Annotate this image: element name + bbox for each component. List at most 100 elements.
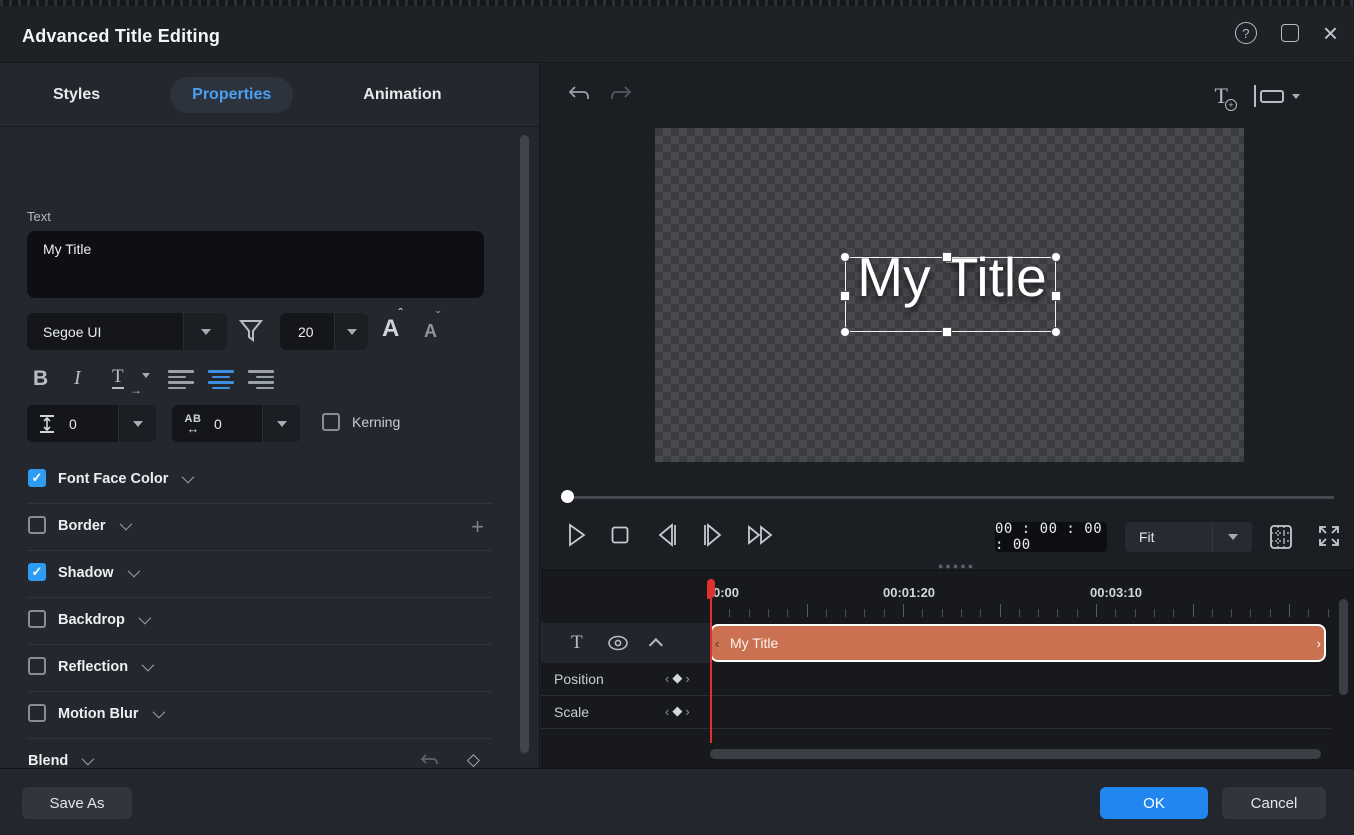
grid-snap-icon[interactable] <box>1269 524 1293 550</box>
selection-handle[interactable] <box>840 291 850 301</box>
dialog-footer: Save As OK Cancel <box>0 768 1354 835</box>
blend-keyframe-icon[interactable]: ◇ <box>467 750 480 770</box>
align-left-button[interactable] <box>168 370 194 390</box>
preview-scrubber[interactable] <box>561 490 1334 504</box>
align-right-button[interactable] <box>248 370 274 390</box>
line-spacing-stepper[interactable]: 0 <box>27 405 156 442</box>
add-keyframe-icon[interactable]: ◆ <box>672 670 682 686</box>
font-face-color-checkbox[interactable]: ✓ <box>28 469 46 487</box>
border-checkbox[interactable] <box>28 516 46 534</box>
text-direction-button[interactable]: T <box>112 367 124 389</box>
increase-font-size-icon[interactable]: Aˆ <box>382 315 403 343</box>
font-size-dropdown-arrow[interactable] <box>334 313 368 350</box>
selection-handle[interactable] <box>840 252 850 262</box>
selection-handle[interactable] <box>1051 327 1061 337</box>
tab-animation[interactable]: Animation <box>341 77 463 113</box>
close-icon[interactable]: × <box>1323 24 1338 42</box>
left-panel-scrollbar[interactable] <box>520 135 529 755</box>
dialog-title: Advanced Title Editing <box>22 26 220 47</box>
next-keyframe-icon[interactable]: › <box>685 671 689 686</box>
reflection-checkbox[interactable] <box>28 657 46 675</box>
save-as-button[interactable]: Save As <box>22 787 132 819</box>
tab-bar: Styles Properties Animation <box>0 63 539 127</box>
ruler-label: 00:01:20 <box>883 585 935 600</box>
track-visibility-icon[interactable] <box>607 635 629 651</box>
kerning-checkbox[interactable] <box>322 413 340 431</box>
selection-handle[interactable] <box>840 327 850 337</box>
collapse-track-icon[interactable] <box>648 638 662 652</box>
chevron-down-icon[interactable] <box>138 612 151 625</box>
timeline-vertical-scrollbar[interactable] <box>1339 599 1348 759</box>
dialog-titlebar: Advanced Title Editing ? × <box>0 6 1354 63</box>
letter-spacing-icon: AB↔ <box>172 414 214 434</box>
add-keyframe-icon[interactable]: ◆ <box>672 703 682 719</box>
chevron-down-icon[interactable] <box>82 753 95 766</box>
text-field-label: Text <box>27 209 51 224</box>
motion-blur-checkbox[interactable] <box>28 704 46 722</box>
italic-button[interactable]: I <box>74 367 81 390</box>
font-filter-icon[interactable] <box>238 317 264 345</box>
selection-handle[interactable] <box>942 327 952 337</box>
tab-properties[interactable]: Properties <box>170 77 293 113</box>
maximize-icon[interactable] <box>1281 24 1299 42</box>
font-family-select[interactable]: Segoe UI <box>27 313 227 350</box>
chevron-down-icon[interactable] <box>142 659 155 672</box>
fast-forward-icon[interactable] <box>746 522 776 548</box>
undo-icon[interactable] <box>567 85 591 105</box>
keyframe-row-scale: Scale ‹ ◆ › <box>541 696 1331 729</box>
previous-keyframe-icon[interactable]: ‹ <box>665 704 669 719</box>
font-family-value: Segoe UI <box>27 324 183 340</box>
add-border-icon[interactable]: + <box>471 514 484 540</box>
clip-trim-right-handle[interactable]: › <box>1317 636 1321 651</box>
shadow-checkbox[interactable]: ✓ <box>28 563 46 581</box>
align-center-button[interactable] <box>208 370 234 390</box>
title-selection-box[interactable]: My Title <box>845 257 1056 332</box>
help-icon[interactable]: ? <box>1235 22 1257 44</box>
next-frame-icon[interactable] <box>701 522 725 548</box>
preview-canvas[interactable]: My Title <box>655 128 1244 462</box>
chevron-down-icon[interactable] <box>127 565 140 578</box>
playhead-handle[interactable] <box>707 579 715 599</box>
bold-button[interactable]: B <box>33 367 48 391</box>
selection-handle[interactable] <box>1051 252 1061 262</box>
letter-spacing-stepper[interactable]: AB↔ 0 <box>172 405 300 442</box>
font-size-select[interactable]: 20 <box>280 313 368 350</box>
clip-trim-left-handle[interactable]: ‹ <box>715 636 719 651</box>
text-direction-dropdown-arrow[interactable] <box>142 378 150 396</box>
previous-frame-icon[interactable] <box>655 522 679 548</box>
letter-spacing-dropdown-arrow[interactable] <box>262 405 300 442</box>
font-family-dropdown-arrow[interactable] <box>183 313 227 350</box>
scrubber-knob[interactable] <box>561 490 574 503</box>
previous-keyframe-icon[interactable]: ‹ <box>665 671 669 686</box>
zoom-mode-select[interactable]: Fit <box>1125 522 1252 552</box>
font-face-color-label: Font Face Color <box>58 471 168 487</box>
ok-button[interactable]: OK <box>1100 787 1208 819</box>
timeline-clip-my-title[interactable]: ‹ My Title › <box>710 624 1326 662</box>
decrease-font-size-icon[interactable]: Aˇ <box>424 319 441 342</box>
alignment-tool-icon[interactable] <box>1254 85 1300 107</box>
kerning-label: Kerning <box>352 414 400 430</box>
line-spacing-dropdown-arrow[interactable] <box>118 405 156 442</box>
add-text-icon[interactable]: T+ <box>1215 83 1228 109</box>
timeline-horizontal-scrollbar[interactable] <box>710 749 1321 759</box>
play-icon[interactable] <box>566 522 588 548</box>
chevron-down-icon[interactable] <box>152 706 165 719</box>
chevron-down-icon[interactable] <box>182 471 195 484</box>
backdrop-checkbox[interactable] <box>28 610 46 628</box>
next-keyframe-icon[interactable]: › <box>685 704 689 719</box>
stop-icon[interactable] <box>611 526 629 544</box>
tab-styles[interactable]: Styles <box>31 77 122 113</box>
redo-icon[interactable] <box>609 85 633 105</box>
fullscreen-icon[interactable] <box>1317 524 1341 548</box>
alignment-dropdown-arrow[interactable] <box>1292 94 1300 99</box>
playhead[interactable] <box>710 579 712 743</box>
preview-title-text[interactable]: My Title <box>832 245 1072 309</box>
cancel-button[interactable]: Cancel <box>1222 787 1326 819</box>
title-text-input[interactable]: My Title <box>27 231 484 298</box>
zoom-mode-value: Fit <box>1125 529 1212 545</box>
selection-handle[interactable] <box>942 252 952 262</box>
selection-handle[interactable] <box>1051 291 1061 301</box>
timeline-ruler[interactable] <box>710 603 1340 617</box>
chevron-down-icon[interactable] <box>119 518 132 531</box>
zoom-mode-dropdown-arrow[interactable] <box>1212 522 1252 552</box>
